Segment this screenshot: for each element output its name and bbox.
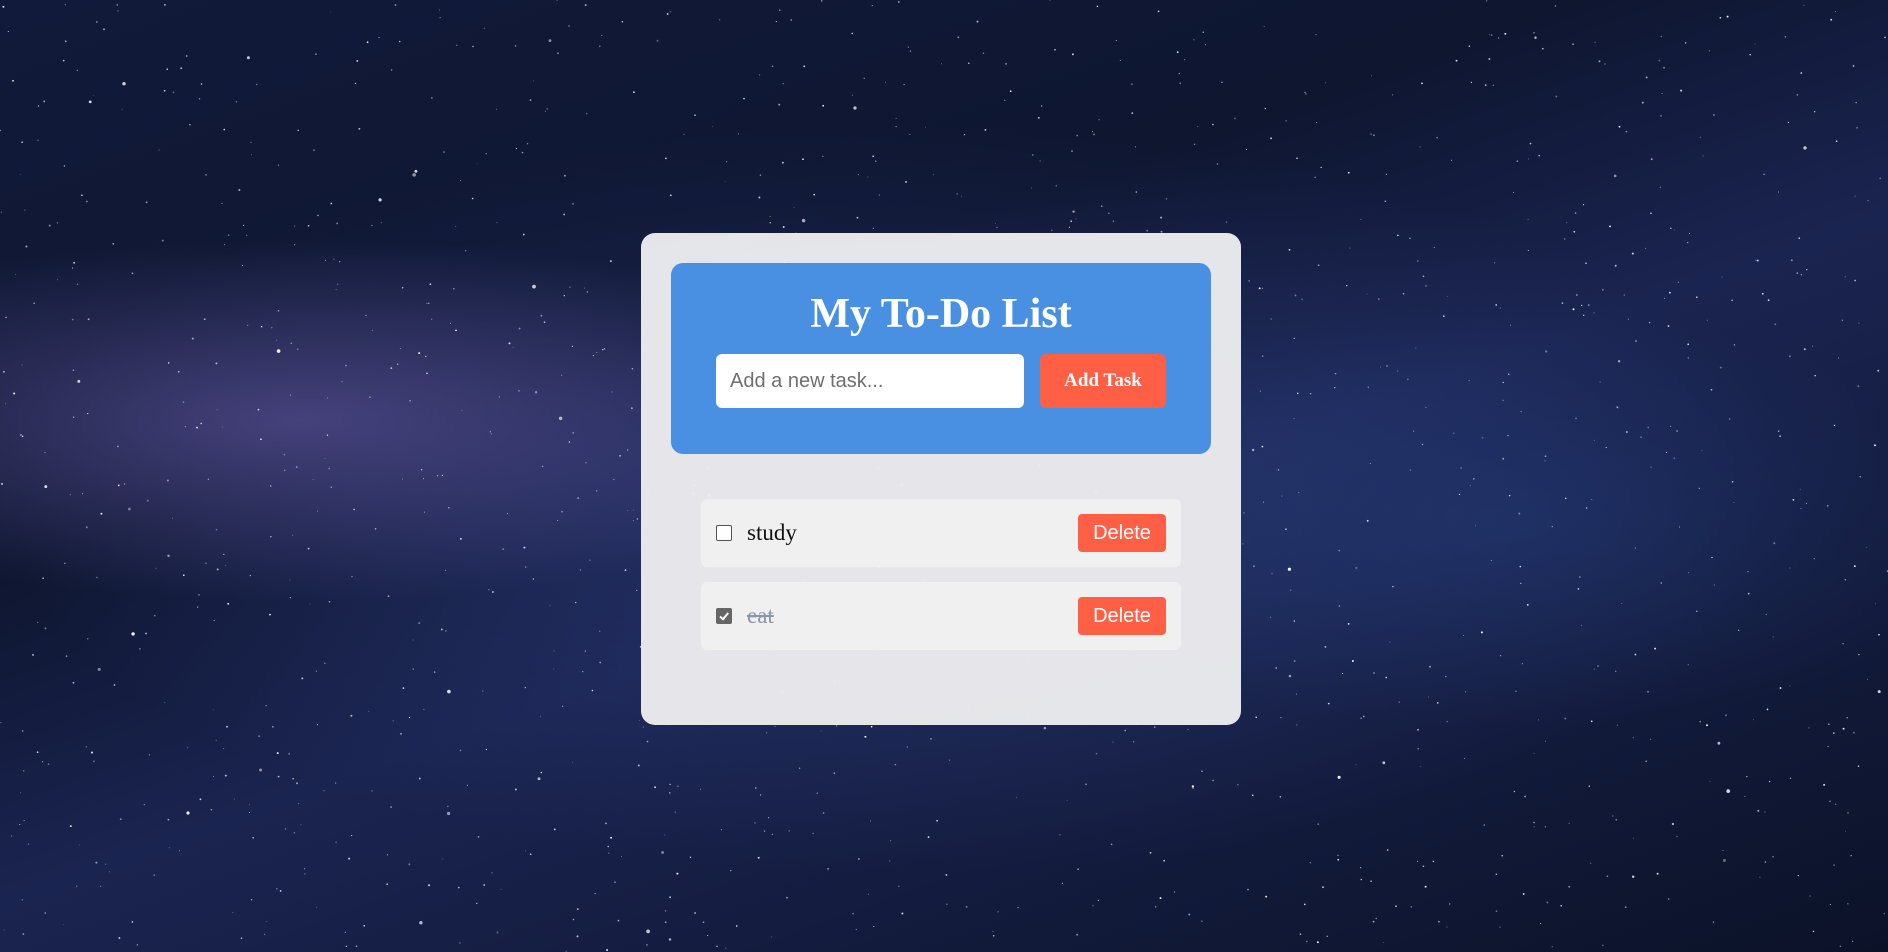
checkmark-icon	[719, 612, 729, 621]
task-checkbox[interactable]	[716, 525, 732, 541]
todo-header: My To-Do List Add Task	[671, 263, 1211, 454]
task-text: eat	[747, 603, 774, 628]
task-item: eat Delete	[701, 582, 1181, 650]
add-task-form: Add Task	[671, 354, 1211, 408]
task-text: study	[747, 520, 797, 545]
page-title: My To-Do List	[810, 291, 1072, 337]
task-item: study Delete	[701, 499, 1181, 567]
delete-task-button[interactable]: Delete	[1078, 597, 1166, 635]
add-task-button[interactable]: Add Task	[1040, 354, 1166, 408]
new-task-input[interactable]	[716, 354, 1024, 408]
delete-task-button[interactable]: Delete	[1078, 514, 1166, 552]
todo-card: My To-Do List Add Task study Delete eat …	[641, 233, 1241, 725]
task-checkbox[interactable]	[716, 608, 732, 624]
task-list: study Delete eat Delete	[671, 499, 1211, 650]
